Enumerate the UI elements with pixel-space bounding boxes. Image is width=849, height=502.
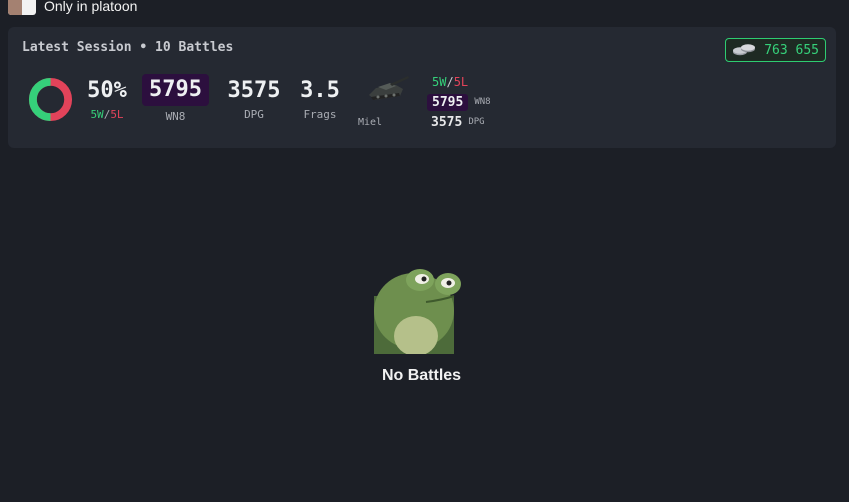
dpg-value: 3575	[227, 78, 281, 103]
silver-coins-icon	[733, 44, 756, 56]
session-title: Latest Session • 10 Battles	[22, 40, 234, 55]
winloss-record: 5W/5L	[90, 108, 124, 121]
losses-count: 5L	[110, 108, 124, 121]
tank-stats: 5W/5L 5795 WN8 3575 DPG	[427, 72, 491, 132]
platoon-filter: Only in platoon	[8, 0, 137, 16]
frags-label: Frags	[303, 108, 337, 121]
credits-badge: 763 655	[725, 38, 826, 62]
credits-value: 763 655	[764, 42, 819, 58]
tank-name: Miel	[358, 117, 383, 128]
winrate-donut-icon	[28, 77, 73, 122]
tank-losses: 5L	[453, 75, 469, 89]
wins-count: 5W	[90, 108, 104, 121]
winrate-stat: 50% 5W/5L	[82, 78, 132, 121]
winrate-value: 50%	[87, 78, 127, 103]
dpg-label: DPG	[244, 108, 264, 121]
frags-stat: 3.5 Frags	[296, 78, 344, 121]
wn8-stat: 5795 WN8	[142, 74, 209, 123]
platoon-toggle[interactable]	[8, 0, 36, 15]
tank-wins: 5W	[432, 75, 447, 89]
session-card: Latest Session • 10 Battles 763 655 50% …	[8, 27, 836, 148]
tank-icon	[369, 76, 409, 100]
wn8-value: 5795	[142, 74, 209, 106]
tank-winloss: 5W/5L	[432, 75, 469, 89]
tank-dpg-label: DPG	[468, 117, 485, 127]
sad-frog-icon	[374, 269, 461, 354]
tank-dpg-value: 3575	[431, 114, 463, 130]
frags-value: 3.5	[300, 78, 340, 103]
tank-wn8-value: 5795	[427, 93, 469, 111]
dpg-stat: 3575 DPG	[224, 78, 284, 121]
empty-state-message: No Battles	[381, 367, 462, 384]
wn8-label: WN8	[165, 110, 186, 123]
tank-wn8-label: WN8	[474, 97, 491, 107]
platoon-toggle-label: Only in platoon	[44, 0, 138, 14]
toggle-knob	[8, 0, 22, 15]
